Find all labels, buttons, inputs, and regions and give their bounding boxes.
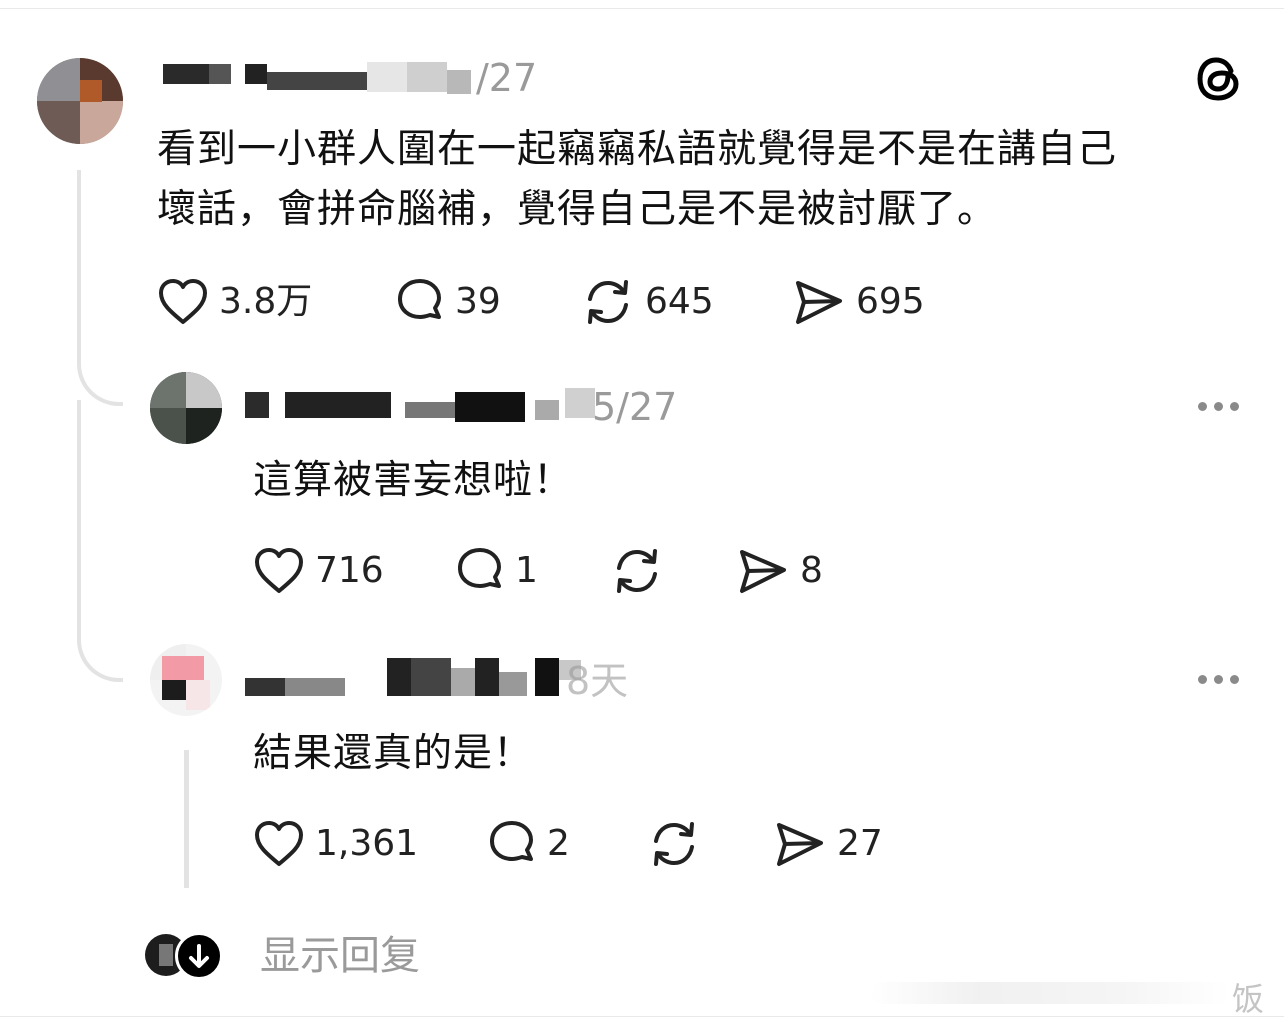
post-text-line-2: 壞話，會拼命腦補，覺得自己是不是被討厭了。 [157,187,998,232]
post-date: /27 [476,56,538,100]
repost-button[interactable] [610,546,664,596]
share-icon [796,281,842,324]
share-button[interactable]: 8 [736,546,823,596]
username-blurred[interactable] [245,658,605,696]
watermark: 饭 [870,974,1270,1018]
repost-icon [617,549,657,593]
threads-logo-icon[interactable] [1195,53,1245,105]
reply-text: 結果還真的是！ [253,731,534,776]
more-icon [1198,402,1207,411]
show-replies-button[interactable]: 显示回复 [143,930,443,982]
share-count: 8 [800,550,823,591]
thread-line-main [77,170,81,360]
comment-count: 2 [547,823,570,864]
like-count: 3.8万 [219,281,313,322]
heart-icon [255,548,303,593]
more-options-button[interactable] [1198,675,1239,684]
bottom-divider [0,1016,1284,1017]
comment-count: 39 [455,281,501,322]
share-button[interactable]: 695 [792,277,925,327]
heart-icon [255,821,303,866]
avatar[interactable] [37,58,123,144]
like-button[interactable]: 716 [253,546,384,596]
share-icon [740,550,786,593]
reply-date: 8天 [566,659,629,703]
thread-curve-reply2 [77,630,123,682]
like-count: 716 [315,550,384,591]
post-text-line-1: 看到一小群人圍在一起竊竊私語就覺得是不是在講自己 [157,127,1118,172]
reply-text: 這算被害妄想啦！ [253,458,574,503]
heart-icon [159,279,207,324]
thread-curve-reply1 [77,350,123,406]
comment-button[interactable]: 39 [395,277,501,327]
watermark-text: 饭 [1232,980,1265,1018]
comment-button[interactable]: 1 [455,546,538,596]
comment-button[interactable]: 2 [487,819,570,869]
username-blurred[interactable] [245,388,605,422]
share-count: 27 [837,823,883,864]
repost-button[interactable]: 645 [581,277,714,327]
like-button[interactable]: 3.8万 [157,277,312,327]
like-count: 1,361 [315,823,419,864]
thread-line-reply2 [184,750,189,888]
like-button[interactable]: 1,361 [253,819,418,869]
repost-count: 645 [645,281,714,322]
top-divider [0,8,1284,9]
repost-icon [654,822,694,866]
share-count: 695 [856,281,925,322]
comment-icon [458,548,501,588]
show-replies-label: 显示回复 [260,933,420,979]
repost-icon [588,280,628,324]
repost-button[interactable] [647,819,701,869]
comment-count: 1 [515,550,538,591]
comment-icon [490,821,533,861]
share-icon [777,823,823,866]
arrow-down-icon [175,932,223,980]
username-blurred[interactable] [145,62,475,96]
comment-icon [398,279,441,319]
more-options-button[interactable] [1198,402,1239,411]
share-button[interactable]: 27 [773,819,883,869]
thread-line-main-2 [77,400,81,640]
post-text: 看到一小群人圍在一起竊竊私語就覺得是不是在講自己 壞話，會拼命腦補，覺得自己是不… [157,120,1247,240]
avatar[interactable] [150,644,222,716]
avatar[interactable] [150,372,222,444]
more-icon [1198,675,1207,684]
reply-date: 5/27 [592,385,678,429]
